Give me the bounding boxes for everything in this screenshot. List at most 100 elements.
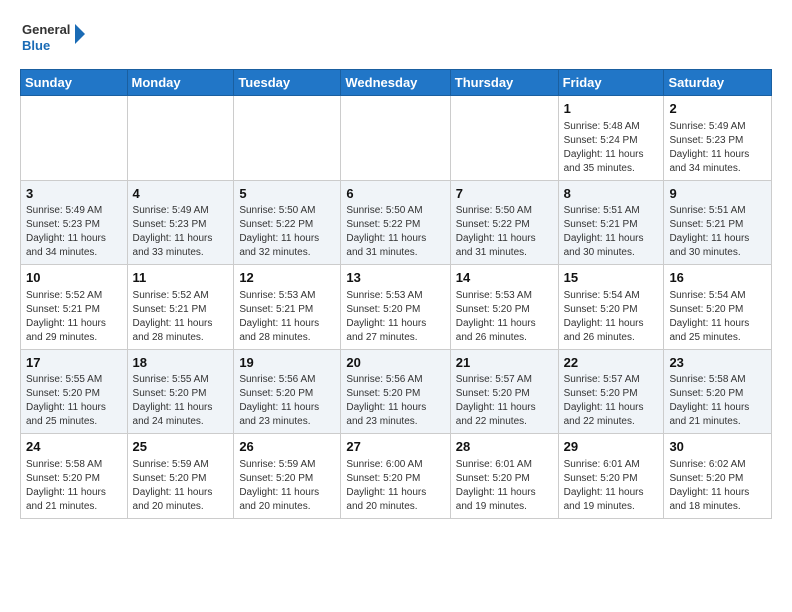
day-info: Sunrise: 5:56 AM Sunset: 5:20 PM Dayligh… [346,373,444,429]
day-info: Sunrise: 6:01 AM Sunset: 5:20 PM Dayligh… [564,458,659,514]
calendar-cell: 10 Sunrise: 5:52 AM Sunset: 5:21 PM Dayli… [21,265,128,350]
day-number: 27 [346,438,444,456]
day-number: 22 [564,354,659,372]
day-info: Sunrise: 6:02 AM Sunset: 5:20 PM Dayligh… [669,458,766,514]
day-info: Sunrise: 5:58 AM Sunset: 5:20 PM Dayligh… [26,458,122,514]
day-info: Sunrise: 5:53 AM Sunset: 5:21 PM Dayligh… [239,289,335,345]
calendar-cell: 20Sunrise: 5:56 AM Sunset: 5:20 PM Dayli… [341,349,450,434]
calendar-cell: 19Sunrise: 5:56 AM Sunset: 5:20 PM Dayli… [234,349,341,434]
day-info: Sunrise: 5:58 AM Sunset: 5:20 PM Dayligh… [669,373,766,429]
calendar-cell: 25 Sunrise: 5:59 AM Sunset: 5:20 PM Dayli… [127,434,234,519]
day-info: Sunrise: 5:49 AM Sunset: 5:23 PM Dayligh… [133,204,229,260]
day-number: 29 [564,438,659,456]
calendar-cell: 1 Sunrise: 5:48 AM Sunset: 5:24 PM Daylig… [558,96,664,181]
calendar-cell: 12 Sunrise: 5:53 AM Sunset: 5:21 PM Dayli… [234,265,341,350]
calendar-cell: 22Sunrise: 5:57 AM Sunset: 5:20 PM Dayli… [558,349,664,434]
calendar-cell: 3Sunrise: 5:49 AM Sunset: 5:23 PM Daylig… [21,180,128,265]
day-info: Sunrise: 5:48 AM Sunset: 5:24 PM Dayligh… [564,120,659,176]
calendar-week-3: 10 Sunrise: 5:52 AM Sunset: 5:21 PM Dayli… [21,265,772,350]
day-info: Sunrise: 5:50 AM Sunset: 5:22 PM Dayligh… [346,204,444,260]
calendar-cell: 21Sunrise: 5:57 AM Sunset: 5:20 PM Dayli… [450,349,558,434]
day-info: Sunrise: 5:52 AM Sunset: 5:21 PM Dayligh… [133,289,229,345]
day-number: 18 [133,354,229,372]
day-info: Sunrise: 5:54 AM Sunset: 5:20 PM Dayligh… [669,289,766,345]
day-number: 10 [26,269,122,287]
calendar-cell: 9Sunrise: 5:51 AM Sunset: 5:21 PM Daylig… [664,180,772,265]
calendar-week-4: 17Sunrise: 5:55 AM Sunset: 5:20 PM Dayli… [21,349,772,434]
calendar-cell [234,96,341,181]
day-info: Sunrise: 5:55 AM Sunset: 5:20 PM Dayligh… [26,373,122,429]
day-info: Sunrise: 5:59 AM Sunset: 5:20 PM Dayligh… [239,458,335,514]
day-number: 5 [239,185,335,203]
day-number: 24 [26,438,122,456]
day-number: 9 [669,185,766,203]
day-info: Sunrise: 5:54 AM Sunset: 5:20 PM Dayligh… [564,289,659,345]
day-number: 19 [239,354,335,372]
day-number: 13 [346,269,444,287]
svg-text:Blue: Blue [22,38,50,53]
day-number: 14 [456,269,553,287]
calendar-table: SundayMondayTuesdayWednesdayThursdayFrid… [20,69,772,519]
calendar-week-1: 1 Sunrise: 5:48 AM Sunset: 5:24 PM Daylig… [21,96,772,181]
day-number: 11 [133,269,229,287]
calendar-cell: 23Sunrise: 5:58 AM Sunset: 5:20 PM Dayli… [664,349,772,434]
calendar-cell: 11 Sunrise: 5:52 AM Sunset: 5:21 PM Dayli… [127,265,234,350]
calendar-cell [341,96,450,181]
weekday-header-friday: Friday [558,70,664,96]
calendar-cell: 15Sunrise: 5:54 AM Sunset: 5:20 PM Dayli… [558,265,664,350]
day-number: 26 [239,438,335,456]
day-number: 30 [669,438,766,456]
day-info: Sunrise: 6:00 AM Sunset: 5:20 PM Dayligh… [346,458,444,514]
calendar-cell: 8Sunrise: 5:51 AM Sunset: 5:21 PM Daylig… [558,180,664,265]
day-number: 8 [564,185,659,203]
calendar-cell [127,96,234,181]
day-number: 1 [564,100,659,118]
calendar-cell [450,96,558,181]
calendar-cell: 26 Sunrise: 5:59 AM Sunset: 5:20 PM Dayli… [234,434,341,519]
calendar-cell [21,96,128,181]
day-number: 28 [456,438,553,456]
day-info: Sunrise: 5:59 AM Sunset: 5:20 PM Dayligh… [133,458,229,514]
day-info: Sunrise: 5:53 AM Sunset: 5:20 PM Dayligh… [346,289,444,345]
day-info: Sunrise: 5:53 AM Sunset: 5:20 PM Dayligh… [456,289,553,345]
day-info: Sunrise: 5:55 AM Sunset: 5:20 PM Dayligh… [133,373,229,429]
day-info: Sunrise: 5:57 AM Sunset: 5:20 PM Dayligh… [564,373,659,429]
calendar-cell: 16 Sunrise: 5:54 AM Sunset: 5:20 PM Dayli… [664,265,772,350]
day-info: Sunrise: 5:57 AM Sunset: 5:20 PM Dayligh… [456,373,553,429]
calendar-cell: 6Sunrise: 5:50 AM Sunset: 5:22 PM Daylig… [341,180,450,265]
weekday-header-row: SundayMondayTuesdayWednesdayThursdayFrid… [21,70,772,96]
day-info: Sunrise: 5:56 AM Sunset: 5:20 PM Dayligh… [239,373,335,429]
calendar-cell: 24 Sunrise: 5:58 AM Sunset: 5:20 PM Dayli… [21,434,128,519]
calendar-cell: 4Sunrise: 5:49 AM Sunset: 5:23 PM Daylig… [127,180,234,265]
day-number: 16 [669,269,766,287]
calendar-page: General Blue SundayMondayTuesdayWednesda… [0,0,792,535]
day-number: 17 [26,354,122,372]
calendar-week-2: 3Sunrise: 5:49 AM Sunset: 5:23 PM Daylig… [21,180,772,265]
calendar-cell: 18Sunrise: 5:55 AM Sunset: 5:20 PM Dayli… [127,349,234,434]
generalblue-logo: General Blue [20,16,90,61]
day-info: Sunrise: 5:49 AM Sunset: 5:23 PM Dayligh… [26,204,122,260]
calendar-cell: 5Sunrise: 5:50 AM Sunset: 5:22 PM Daylig… [234,180,341,265]
day-number: 12 [239,269,335,287]
logo: General Blue [20,16,90,61]
day-info: Sunrise: 5:52 AM Sunset: 5:21 PM Dayligh… [26,289,122,345]
calendar-cell: 30 Sunrise: 6:02 AM Sunset: 5:20 PM Dayli… [664,434,772,519]
weekday-header-monday: Monday [127,70,234,96]
day-number: 20 [346,354,444,372]
calendar-week-5: 24 Sunrise: 5:58 AM Sunset: 5:20 PM Dayli… [21,434,772,519]
weekday-header-wednesday: Wednesday [341,70,450,96]
calendar-cell: 27 Sunrise: 6:00 AM Sunset: 5:20 PM Dayli… [341,434,450,519]
day-info: Sunrise: 5:50 AM Sunset: 5:22 PM Dayligh… [456,204,553,260]
day-info: Sunrise: 6:01 AM Sunset: 5:20 PM Dayligh… [456,458,553,514]
day-number: 23 [669,354,766,372]
weekday-header-saturday: Saturday [664,70,772,96]
day-number: 4 [133,185,229,203]
day-info: Sunrise: 5:49 AM Sunset: 5:23 PM Dayligh… [669,120,766,176]
day-info: Sunrise: 5:50 AM Sunset: 5:22 PM Dayligh… [239,204,335,260]
page-header: General Blue [20,16,772,61]
weekday-header-thursday: Thursday [450,70,558,96]
day-number: 25 [133,438,229,456]
calendar-cell: 17Sunrise: 5:55 AM Sunset: 5:20 PM Dayli… [21,349,128,434]
weekday-header-tuesday: Tuesday [234,70,341,96]
day-number: 3 [26,185,122,203]
